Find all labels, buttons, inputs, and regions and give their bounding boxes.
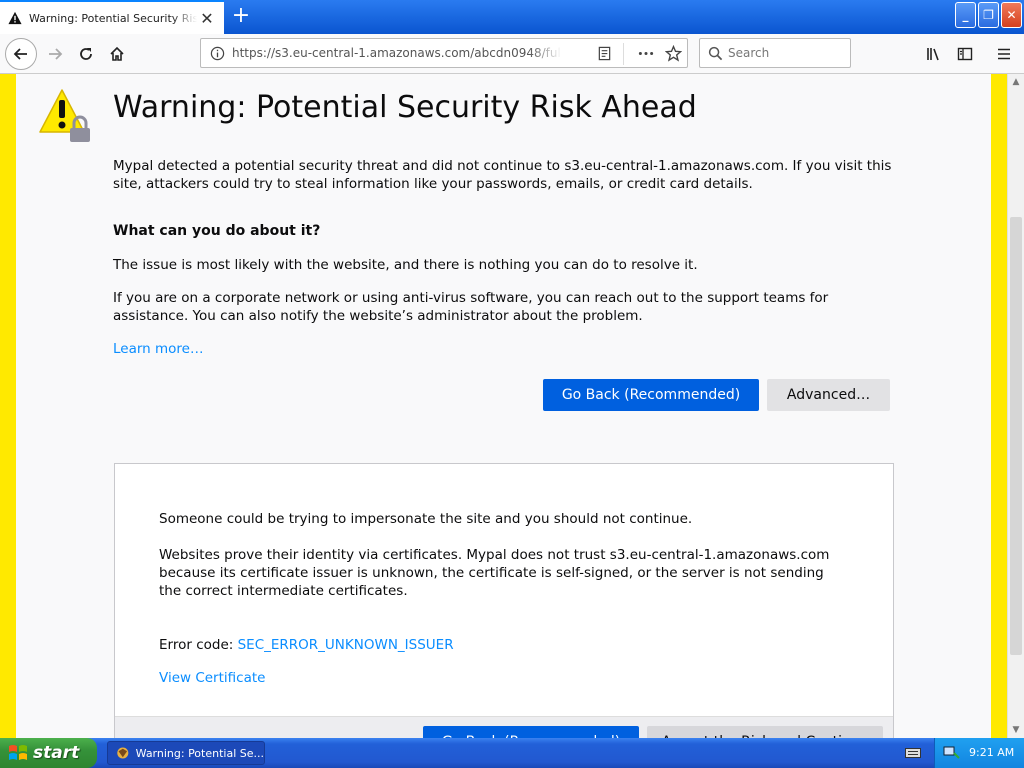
forward-button[interactable]: [40, 39, 70, 69]
url-text[interactable]: https://s3.eu-central-1.amazonaws.com/ab…: [232, 46, 562, 60]
scroll-up-icon[interactable]: ▲: [1008, 74, 1024, 90]
back-button[interactable]: [5, 38, 37, 70]
error-code-link[interactable]: SEC_ERROR_UNKNOWN_ISSUER: [238, 637, 454, 653]
taskbar: start Warning: Potential Se... 9:21 AM: [0, 738, 1024, 768]
system-tray: 9:21 AM: [934, 738, 1024, 768]
maximize-button[interactable]: ❐: [978, 2, 999, 28]
page-title: Warning: Potential Security Risk Ahead: [113, 90, 697, 125]
library-button[interactable]: [919, 39, 949, 69]
error-page: Warning: Potential Security Risk Ahead M…: [16, 74, 991, 738]
library-icon: [927, 48, 939, 61]
start-label: start: [33, 743, 80, 763]
scroll-thumb[interactable]: [1010, 217, 1022, 655]
warning-icon: [8, 11, 22, 25]
advanced-button-row: Go Back (Recommended) Accept the Risk an…: [115, 716, 893, 738]
tab-active[interactable]: Warning: Potential Security Risk Ahead ✕: [0, 0, 224, 34]
taskbar-item-label: Warning: Potential Se...: [135, 746, 264, 760]
vertical-scrollbar[interactable]: ▲ ▼: [1007, 74, 1024, 738]
view-certificate-paragraph: View Certificate: [159, 669, 839, 687]
advanced-button[interactable]: Advanced…: [767, 379, 890, 411]
url-bar[interactable]: https://s3.eu-central-1.amazonaws.com/ab…: [200, 38, 688, 68]
page-actions-icon[interactable]: [637, 46, 655, 61]
search-input[interactable]: [728, 44, 843, 62]
start-button[interactable]: start: [0, 738, 97, 768]
network-icon[interactable]: [943, 744, 961, 762]
reader-view-icon[interactable]: [597, 46, 612, 61]
warning-border-right: [991, 74, 1007, 738]
reload-button[interactable]: [71, 39, 101, 69]
navigation-toolbar: https://s3.eu-central-1.amazonaws.com/ab…: [0, 34, 1024, 74]
intro-text: Mypal detected a potential security thre…: [113, 158, 892, 192]
home-icon: [110, 46, 124, 61]
search-bar[interactable]: [699, 38, 851, 68]
learn-more-paragraph: Learn more…: [113, 340, 903, 358]
tab-bar: Warning: Potential Security Risk Ahead ✕…: [0, 0, 1024, 34]
windows-logo-icon: [9, 745, 27, 760]
reload-icon: [80, 48, 92, 60]
scroll-down-icon[interactable]: ▼: [1008, 722, 1024, 738]
view-certificate-link[interactable]: View Certificate: [159, 670, 265, 686]
close-window-button[interactable]: ✕: [1001, 2, 1022, 28]
new-tab-button[interactable]: +: [228, 3, 254, 29]
warning-border-left: [0, 74, 16, 738]
search-icon: [708, 46, 723, 61]
advanced-panel: Someone could be trying to impersonate t…: [114, 463, 894, 738]
what-can-you-do-heading: What can you do about it?: [113, 223, 321, 239]
home-button[interactable]: [102, 39, 132, 69]
keyboard-icon[interactable]: [905, 746, 921, 760]
tab-title: Warning: Potential Security Risk Ahead: [29, 11, 197, 25]
learn-more-link[interactable]: Learn more…: [113, 341, 204, 357]
sidebar-button[interactable]: [950, 39, 980, 69]
certificate-text: Websites prove their identity via certif…: [159, 547, 830, 599]
sidebar-icon: [957, 47, 973, 61]
tab-close-icon[interactable]: ✕: [198, 9, 216, 28]
taskbar-item-browser[interactable]: Warning: Potential Se...: [107, 741, 265, 765]
info-icon[interactable]: [210, 46, 225, 61]
error-code-line: Error code: SEC_ERROR_UNKNOWN_ISSUER: [159, 636, 839, 654]
security-warning-icon: [39, 89, 90, 142]
bookmark-star-icon[interactable]: [665, 45, 682, 62]
mypal-browser-icon: [117, 747, 129, 759]
accept-risk-button[interactable]: Accept the Risk and Continue: [647, 726, 883, 738]
forward-arrow-icon: [49, 48, 63, 60]
issue-text: The issue is most likely with the websit…: [113, 257, 698, 273]
corporate-network-text: If you are on a corporate network or usi…: [113, 290, 829, 324]
minimize-button[interactable]: _: [955, 2, 976, 28]
back-arrow-icon: [13, 48, 27, 60]
error-code-label: Error code:: [159, 637, 238, 653]
clock: 9:21 AM: [969, 746, 1015, 759]
url-separator: [623, 43, 624, 65]
menu-button[interactable]: [989, 39, 1019, 69]
hamburger-menu-icon: [998, 48, 1010, 60]
impersonate-text: Someone could be trying to impersonate t…: [159, 511, 693, 527]
go-back-button[interactable]: Go Back (Recommended): [543, 379, 759, 411]
advanced-go-back-button[interactable]: Go Back (Recommended): [423, 726, 639, 738]
